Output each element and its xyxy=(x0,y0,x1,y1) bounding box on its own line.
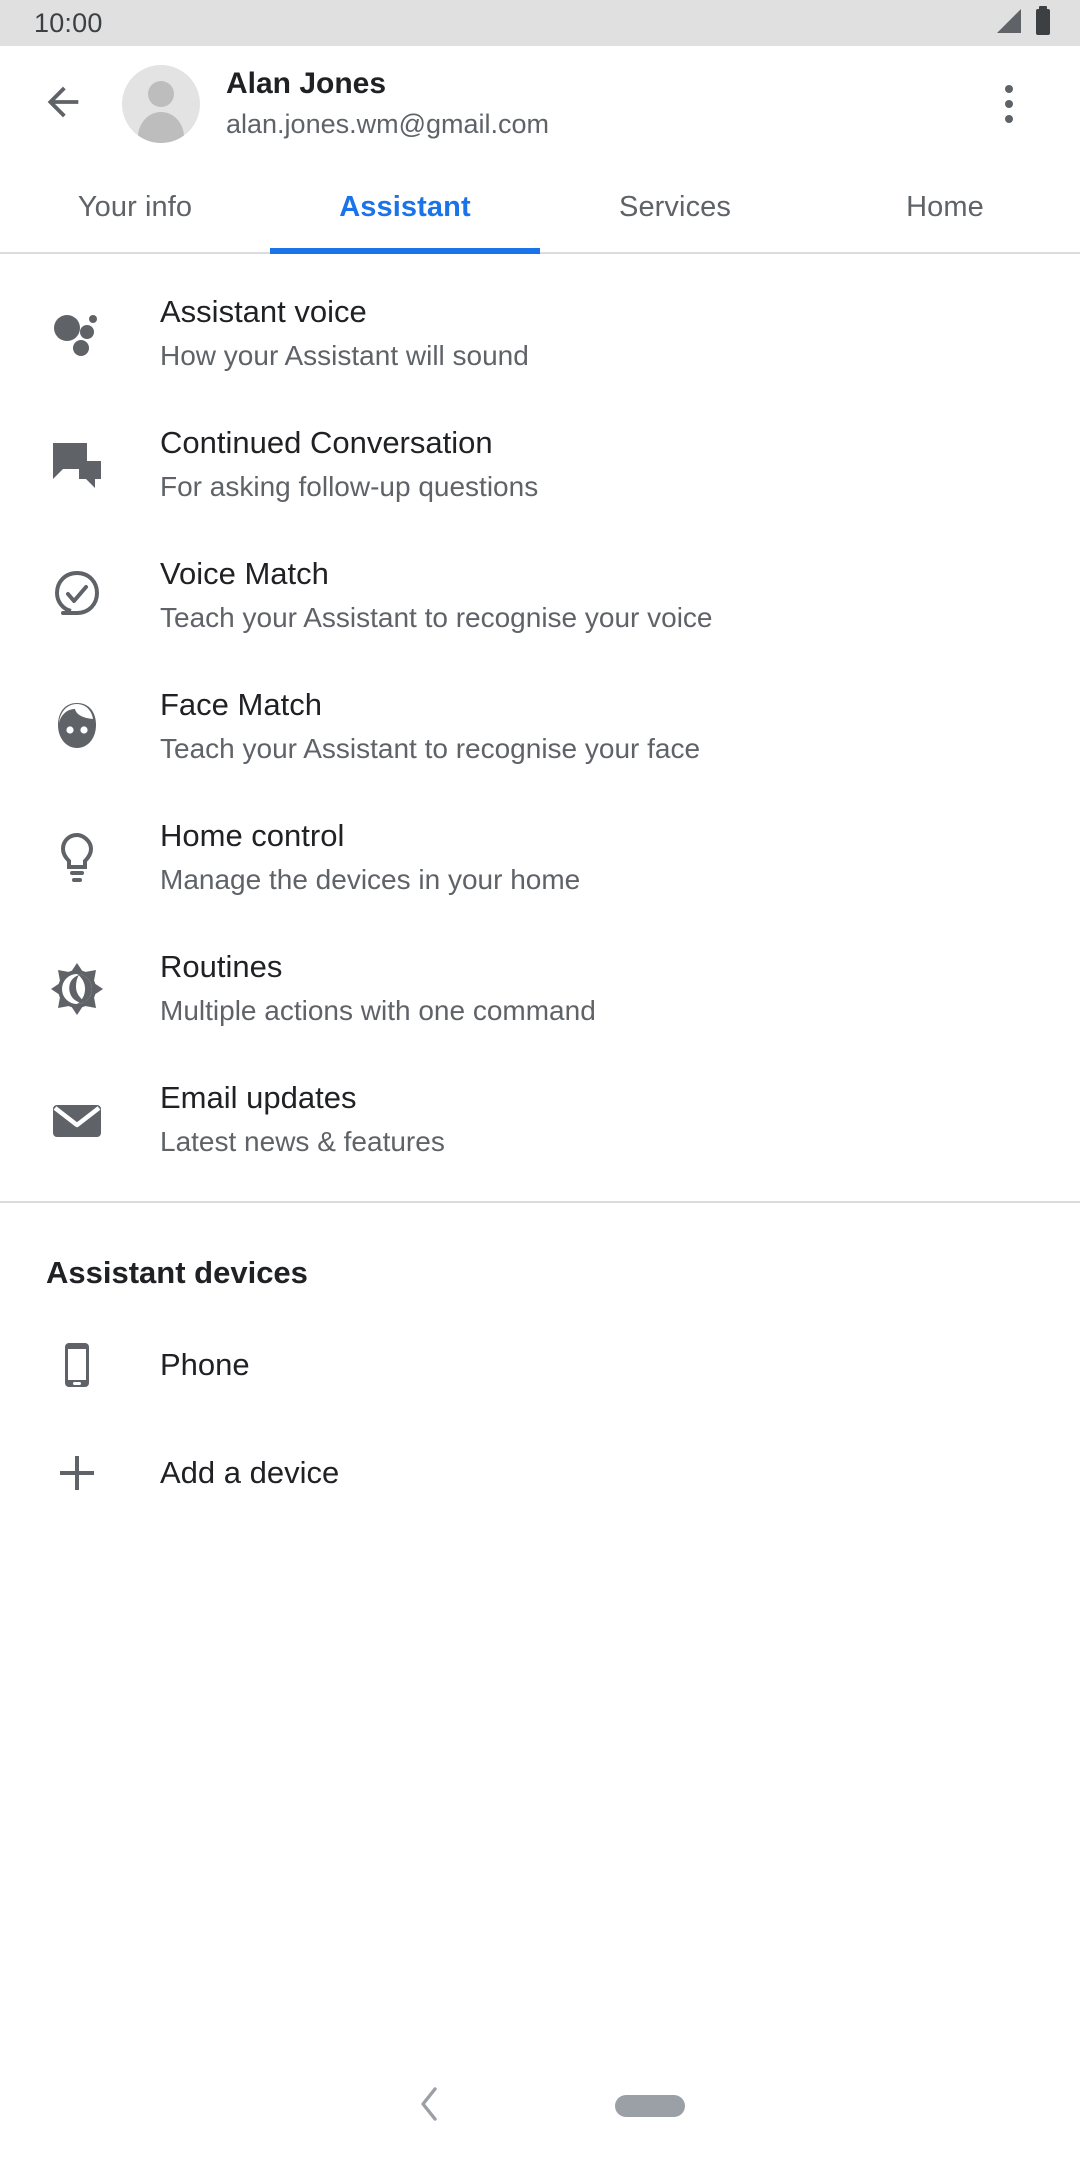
list-item-face-match[interactable]: Face Match Teach your Assistant to recog… xyxy=(0,661,1080,792)
tab-services[interactable]: Services xyxy=(540,162,810,252)
face-icon xyxy=(46,696,108,758)
account-info: Alan Jones alan.jones.wm@gmail.com xyxy=(226,65,974,143)
avatar[interactable] xyxy=(122,65,200,143)
nav-back-chevron-icon xyxy=(413,2084,447,2129)
system-navigation-bar xyxy=(0,2052,1080,2160)
tab-label: Your info xyxy=(77,190,193,223)
lightbulb-icon xyxy=(46,827,108,889)
tab-home[interactable]: Home xyxy=(810,162,1080,252)
list-item-text: Assistant voice How your Assistant will … xyxy=(160,290,529,377)
list-item-title: Face Match xyxy=(160,687,322,722)
list-item-text: Email updates Latest news & features xyxy=(160,1076,445,1163)
account-email: alan.jones.wm@gmail.com xyxy=(226,109,550,139)
list-item-text: Home control Manage the devices in your … xyxy=(160,814,580,901)
assistant-devices-section: Assistant devices Phone Add a device xyxy=(0,1203,1080,1527)
list-item-subtitle: How your Assistant will sound xyxy=(160,340,529,371)
more-vert-icon xyxy=(1005,85,1013,93)
assistant-dots-icon xyxy=(46,303,108,365)
tab-assistant[interactable]: Assistant xyxy=(270,162,540,254)
list-item-title: Voice Match xyxy=(160,556,329,591)
more-vert-icon xyxy=(1005,115,1013,123)
back-arrow-icon xyxy=(40,79,86,130)
list-item-home-control[interactable]: Home control Manage the devices in your … xyxy=(0,792,1080,923)
list-item-subtitle: For asking follow-up questions xyxy=(160,471,539,502)
nav-back-button[interactable] xyxy=(395,2071,465,2141)
tab-label: Home xyxy=(906,190,984,223)
section-title-assistant-devices: Assistant devices xyxy=(46,1255,308,1290)
account-name: Alan Jones xyxy=(226,67,387,100)
list-item-subtitle: Multiple actions with one command xyxy=(160,995,596,1026)
plus-icon xyxy=(46,1442,108,1504)
tab-label: Services xyxy=(619,190,731,223)
list-item-phone[interactable]: Phone xyxy=(0,1311,1080,1419)
more-vert-icon xyxy=(1005,100,1013,108)
smartphone-icon xyxy=(46,1334,108,1396)
battery-full-icon xyxy=(1034,5,1052,41)
list-item-assistant-voice[interactable]: Assistant voice How your Assistant will … xyxy=(0,268,1080,399)
chat-bubbles-icon xyxy=(46,434,108,496)
status-bar-icons xyxy=(993,5,1052,41)
list-item-subtitle: Teach your Assistant to recognise your v… xyxy=(160,602,713,633)
list-item-email-updates[interactable]: Email updates Latest news & features xyxy=(0,1054,1080,1185)
back-button[interactable] xyxy=(26,67,100,141)
list-item-text: Continued Conversation For asking follow… xyxy=(160,421,538,508)
list-item-voice-match[interactable]: Voice Match Teach your Assistant to reco… xyxy=(0,530,1080,661)
envelope-icon xyxy=(46,1089,108,1151)
device-label: Add a device xyxy=(160,1455,340,1490)
status-bar-clock: 10:00 xyxy=(34,7,103,38)
device-label: Phone xyxy=(160,1347,250,1382)
nav-home-pill-icon[interactable] xyxy=(615,2095,685,2117)
sun-moon-routines-icon xyxy=(46,958,108,1020)
list-item-subtitle: Latest news & features xyxy=(160,1126,445,1157)
signal-cellular-icon xyxy=(993,7,1023,40)
list-item-title: Routines xyxy=(160,949,283,984)
list-item-continued-conversation[interactable]: Continued Conversation For asking follow… xyxy=(0,399,1080,530)
list-item-text: Face Match Teach your Assistant to recog… xyxy=(160,683,700,770)
tab-your-info[interactable]: Your info xyxy=(0,162,270,252)
list-item-title: Home control xyxy=(160,818,345,853)
overflow-menu-button[interactable] xyxy=(974,67,1044,141)
list-item-title: Assistant voice xyxy=(160,294,367,329)
assistant-settings-list: Assistant voice How your Assistant will … xyxy=(0,254,1080,1203)
list-item-subtitle: Manage the devices in your home xyxy=(160,864,581,895)
list-item-title: Continued Conversation xyxy=(160,425,493,460)
list-item-add-a-device[interactable]: Add a device xyxy=(0,1419,1080,1527)
status-bar: 10:00 xyxy=(0,0,1080,46)
tab-label: Assistant xyxy=(339,190,471,223)
list-item-title: Email updates xyxy=(160,1080,357,1115)
list-item-subtitle: Teach your Assistant to recognise your f… xyxy=(160,733,701,764)
tab-bar: Your info Assistant Services Home xyxy=(0,162,1080,254)
list-item-text: Routines Multiple actions with one comma… xyxy=(160,945,596,1032)
list-item-text: Voice Match Teach your Assistant to reco… xyxy=(160,552,713,639)
voice-check-circle-icon xyxy=(46,565,108,627)
app-header: Alan Jones alan.jones.wm@gmail.com xyxy=(0,46,1080,162)
list-item-routines[interactable]: Routines Multiple actions with one comma… xyxy=(0,923,1080,1054)
